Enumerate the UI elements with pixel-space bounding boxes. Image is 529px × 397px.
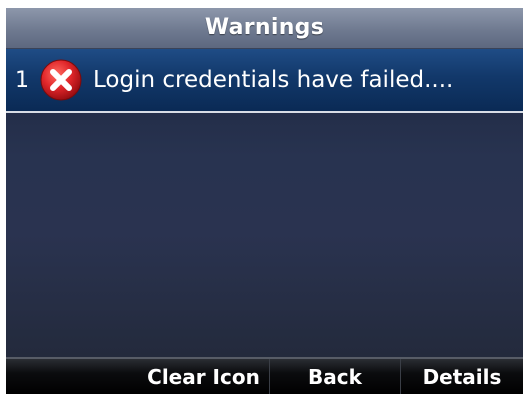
clear-icon-softkey[interactable]: Clear Icon [138,359,270,394]
back-softkey[interactable]: Back [270,359,401,394]
warning-text: Login credentials have failed.... [93,67,454,93]
title-bar: Warnings [6,8,523,49]
warning-index: 1 [15,67,29,93]
error-x-icon [39,58,83,102]
phone-screen: Warnings 1 Login credentials have failed… [6,8,523,394]
softkey-bar: Clear Icon Back Details [6,357,523,394]
softkey-empty [6,359,138,394]
warning-row[interactable]: 1 Login credentials have failed.... [6,49,523,113]
page-title: Warnings [204,14,325,40]
warnings-list: 1 Login credentials have failed.... [6,49,523,357]
details-softkey[interactable]: Details [401,359,523,394]
